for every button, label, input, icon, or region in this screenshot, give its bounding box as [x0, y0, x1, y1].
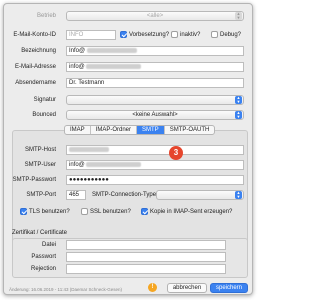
smtp-password-field[interactable]: ●●●●●●●●●●●: [66, 175, 244, 185]
select-arrows-icon: ▲ ▼: [235, 110, 242, 119]
save-button[interactable]: speichern: [210, 283, 248, 293]
smtp-host-label: SMTP-Host: [24, 147, 56, 153]
tab-smtp[interactable]: SMTP: [137, 126, 165, 134]
edit-email-account-dialog: Betrieb <alle> ▲ ▼ E-Mail-Konto-ID INFO V…: [3, 3, 253, 295]
redacted-text: [86, 63, 142, 69]
email-konto-id-field[interactable]: INFO: [66, 30, 116, 40]
email-adresse-label: E-Mail-Adresse: [14, 64, 56, 70]
tab-imap[interactable]: IMAP: [65, 126, 91, 134]
redacted-text: [86, 47, 137, 53]
absendername-label: Absendername: [15, 80, 56, 86]
tab-imap-ordner[interactable]: IMAP-Ordner: [91, 126, 138, 134]
select-arrows-icon: ▲ ▼: [235, 95, 242, 104]
change-info: Änderung: 16.06.2019 - 11:43 (Daemar Sch…: [9, 287, 122, 292]
ssl-checkbox[interactable]: [81, 208, 88, 215]
tls-checkbox[interactable]: [20, 208, 27, 215]
certificate-group-label: Zertifikat / Certificate: [12, 230, 68, 236]
inaktiv-label: inaktiv?: [180, 32, 201, 38]
tls-label: TLS benutzen?: [29, 209, 70, 215]
bezeichnung-value: Info@: [69, 48, 86, 54]
select-arrows-icon: ▲ ▼: [235, 11, 242, 20]
debug-label: Debug?: [220, 32, 242, 38]
bounced-label: Bounced: [32, 112, 56, 118]
smtp-connection-type-select[interactable]: ▲ ▼: [156, 190, 244, 200]
absendername-value: Dr. Testmann: [69, 80, 105, 86]
smtp-connection-type-label: SMTP-Connection-Type: [92, 192, 157, 198]
email-adresse-field[interactable]: info@: [66, 62, 244, 72]
annotation-badge: 3: [169, 146, 183, 160]
smtp-port-field[interactable]: 465: [66, 190, 86, 200]
vorbesetzung-label: Vorbesetzung?: [129, 32, 170, 38]
vorbesetzung-checkbox[interactable]: [120, 31, 127, 38]
certificate-password-field[interactable]: [66, 252, 226, 262]
smtp-user-field[interactable]: info@: [66, 160, 244, 170]
bounced-select[interactable]: <keine Auswahl> ▲ ▼: [66, 110, 244, 120]
cancel-button[interactable]: abbrechen: [167, 283, 207, 293]
email-konto-id-label: E-Mail-Konto-ID: [13, 32, 56, 38]
smtp-user-value: info@: [69, 162, 85, 168]
bezeichnung-field[interactable]: Info@: [66, 46, 244, 56]
bezeichnung-label: Bezeichnung: [21, 48, 56, 54]
debug-checkbox[interactable]: [211, 31, 218, 38]
ssl-label: SSL benutzen?: [90, 209, 131, 215]
smtp-password-value: ●●●●●●●●●●●: [69, 177, 109, 183]
betrieb-label: Betrieb: [36, 13, 56, 19]
datei-label: Datei: [41, 242, 56, 248]
smtp-user-label: SMTP-User: [24, 162, 56, 168]
smtp-port-label: SMTP-Port: [26, 192, 56, 198]
tab-smtp-oauth[interactable]: SMTP-OAUTH: [165, 126, 215, 134]
smtp-host-field[interactable]: [66, 145, 244, 155]
absendername-field[interactable]: Dr. Testmann: [66, 78, 244, 88]
signatur-label: Signatur: [33, 97, 56, 103]
bounced-value: <keine Auswahl>: [132, 112, 178, 118]
passwort-label: Passwort: [31, 254, 56, 260]
datei-field[interactable]: [66, 240, 226, 250]
warning-icon[interactable]: !: [148, 283, 157, 292]
rejection-label: Rejection: [30, 266, 56, 272]
select-arrows-icon: ▲ ▼: [235, 190, 242, 199]
signatur-select[interactable]: ▲ ▼: [66, 95, 244, 105]
email-adresse-value: info@: [69, 64, 85, 70]
betrieb-select[interactable]: <alle> ▲ ▼: [66, 11, 244, 21]
inaktiv-checkbox[interactable]: [171, 31, 178, 38]
tab-bar: IMAP IMAP-Ordner SMTP SMTP-OAUTH: [64, 125, 216, 135]
smtp-password-label: SMTP-Passwort: [12, 177, 56, 183]
copy-imap-sent-checkbox[interactable]: [141, 208, 148, 215]
rejection-field[interactable]: [66, 264, 226, 274]
redacted-text: [69, 146, 109, 152]
betrieb-value: <alle>: [146, 13, 164, 19]
redacted-text: [86, 161, 142, 167]
email-konto-id-placeholder: INFO: [69, 32, 84, 38]
copy-imap-sent-label: Kopie in IMAP-Sent erzeugen?: [150, 209, 233, 215]
smtp-port-value: 465: [69, 192, 80, 198]
